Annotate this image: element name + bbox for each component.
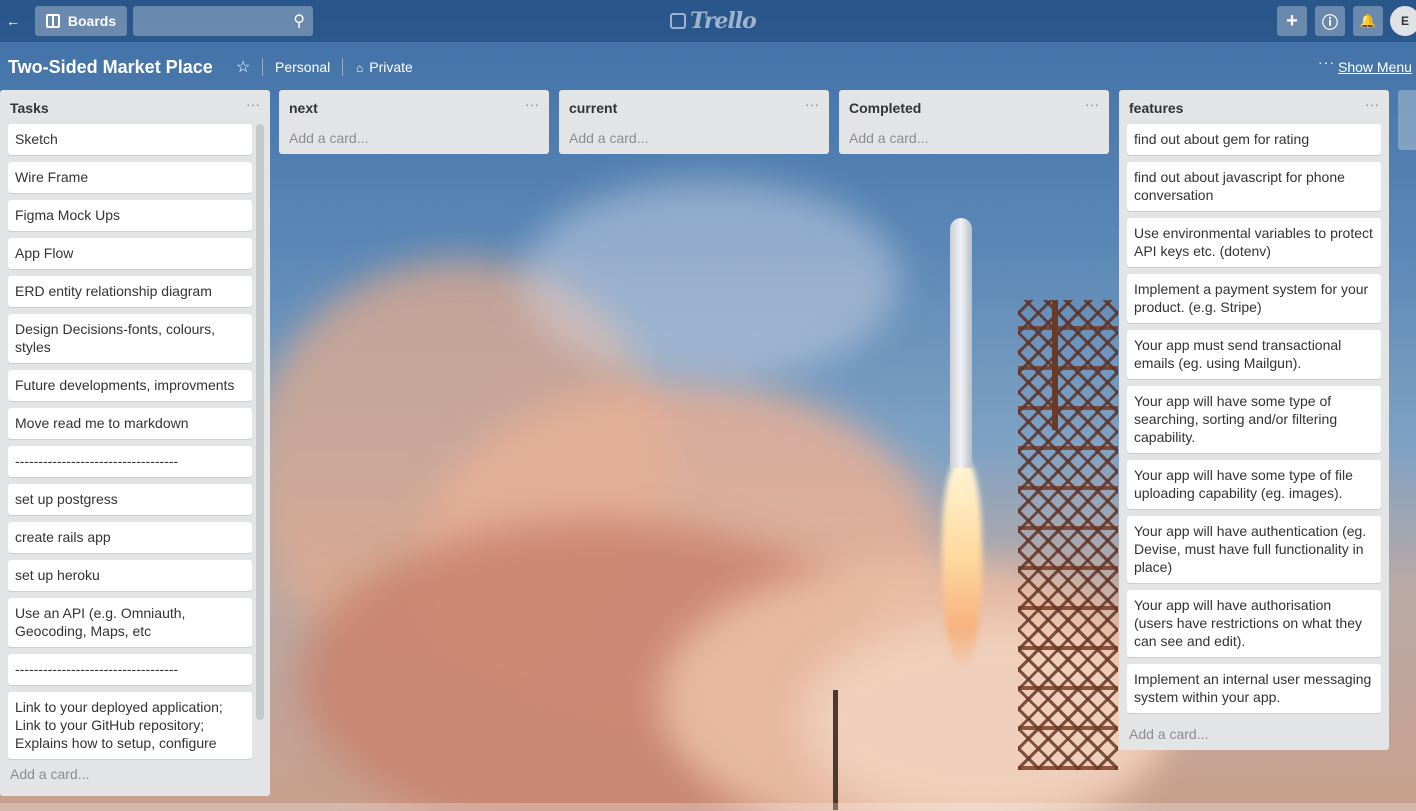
list-menu-icon[interactable]: ··· [525, 96, 539, 112]
boards-label: Boards [67, 13, 117, 29]
card[interactable]: Move read me to markdown [8, 408, 252, 439]
list-menu-icon[interactable]: ··· [805, 96, 819, 112]
list-menu-icon[interactable]: ··· [1365, 96, 1379, 112]
board-title[interactable]: Two-Sided Market Place [8, 57, 213, 78]
scrollbar-thumb[interactable] [256, 124, 264, 720]
visibility-label: Private [369, 59, 413, 75]
list-next: next ··· Add a card... [279, 90, 549, 154]
trello-logo-icon [670, 13, 686, 29]
more-icon[interactable]: ··· [1318, 54, 1335, 70]
card[interactable]: Figma Mock Ups [8, 200, 252, 231]
list-header: Completed ··· [839, 90, 1109, 124]
boards-button[interactable]: Boards [35, 6, 127, 36]
list-header: current ··· [559, 90, 829, 124]
list-title[interactable]: next [289, 100, 318, 116]
rocket-flame [942, 460, 982, 670]
card[interactable]: App Flow [8, 238, 252, 269]
card[interactable]: Your app will have authorisation (users … [1127, 590, 1381, 657]
list-tasks: Tasks ··· Sketch Wire Frame Figma Mock U… [0, 90, 270, 796]
list-completed: Completed ··· Add a card... [839, 90, 1109, 154]
add-card-button[interactable]: Add a card... [0, 760, 270, 790]
boards-icon [45, 14, 60, 28]
list-partial [1398, 90, 1416, 150]
card[interactable]: Your app must send transactional emails … [1127, 330, 1381, 379]
card[interactable]: set up heroku [8, 560, 252, 591]
horizontal-scrollbar[interactable] [0, 803, 1416, 811]
list-header: Tasks ··· [0, 90, 270, 124]
scrollbar[interactable] [256, 124, 264, 720]
add-card-button[interactable]: Add a card... [279, 124, 549, 154]
notification-bell-icon[interactable]: 🔔 [1353, 6, 1383, 36]
list-title[interactable]: features [1129, 100, 1183, 116]
divider [262, 58, 263, 76]
lock-icon: ⌂ [356, 61, 364, 75]
top-bar: ← Boards ⚲ Trello + ⓘ 🔔 E [0, 0, 1416, 42]
search-input[interactable] [133, 6, 293, 36]
card[interactable]: Use an API (e.g. Omniauth, Geocoding, Ma… [8, 598, 252, 647]
card[interactable]: Wire Frame [8, 162, 252, 193]
card[interactable]: Your app will have authentication (eg. D… [1127, 516, 1381, 583]
list-features: features ··· find out about gem for rati… [1119, 90, 1389, 750]
card[interactable]: ----------------------------------- [8, 446, 252, 477]
list-title[interactable]: Completed [849, 100, 921, 116]
card[interactable]: Your app will have some type of file upl… [1127, 460, 1381, 509]
card[interactable]: Link to your deployed application; Link … [8, 692, 252, 759]
card[interactable]: ----------------------------------- [8, 654, 252, 685]
team-button[interactable]: Personal [275, 59, 330, 75]
light-pole [833, 690, 838, 810]
search-box[interactable]: ⚲ [133, 6, 313, 36]
launch-tower [1018, 300, 1118, 770]
card[interactable]: Future developments, improvments [8, 370, 252, 401]
rocket [950, 218, 972, 468]
board-header: Two-Sided Market Place ☆ Personal ⌂ Priva… [0, 42, 1416, 90]
list-menu-icon[interactable]: ··· [1085, 96, 1099, 112]
logo-text: Trello [690, 8, 757, 34]
card[interactable]: Design Decisions-fonts, colours, styles [8, 314, 252, 363]
card[interactable]: set up postgress [8, 484, 252, 515]
show-menu-button[interactable]: Show Menu [1338, 59, 1412, 75]
star-icon[interactable]: ☆ [236, 57, 250, 77]
add-icon[interactable]: + [1277, 6, 1307, 36]
back-icon[interactable]: ← [0, 6, 26, 36]
list-header: features ··· [1119, 90, 1389, 124]
card[interactable]: ERD entity relationship diagram [8, 276, 252, 307]
visibility-button[interactable]: ⌂ Private [356, 59, 413, 75]
search-icon[interactable]: ⚲ [293, 11, 305, 31]
list-title[interactable]: current [569, 100, 617, 116]
card[interactable]: Implement a payment system for your prod… [1127, 274, 1381, 323]
list-header: next ··· [279, 90, 549, 124]
add-card-button[interactable]: Add a card... [1119, 720, 1389, 750]
tower-mast [1052, 300, 1058, 430]
list-menu-icon[interactable]: ··· [246, 96, 260, 112]
card[interactable]: create rails app [8, 522, 252, 553]
list-title[interactable]: Tasks [10, 100, 49, 116]
trello-logo[interactable]: Trello [670, 8, 757, 34]
card[interactable]: find out about gem for rating [1127, 124, 1381, 155]
card[interactable]: find out about javascript for phone conv… [1127, 162, 1381, 211]
add-card-button[interactable]: Add a card... [839, 124, 1109, 154]
avatar[interactable]: E [1390, 6, 1416, 36]
card-list: Sketch Wire Frame Figma Mock Ups App Flo… [0, 124, 270, 760]
add-card-button[interactable]: Add a card... [559, 124, 829, 154]
card[interactable]: Use environmental variables to protect A… [1127, 218, 1381, 267]
card[interactable]: Sketch [8, 124, 252, 155]
list-current: current ··· Add a card... [559, 90, 829, 154]
info-icon[interactable]: ⓘ [1315, 6, 1345, 36]
card[interactable]: Your app will have some type of searchin… [1127, 386, 1381, 453]
card[interactable]: Implement an internal user messaging sys… [1127, 664, 1381, 713]
divider [342, 58, 343, 76]
